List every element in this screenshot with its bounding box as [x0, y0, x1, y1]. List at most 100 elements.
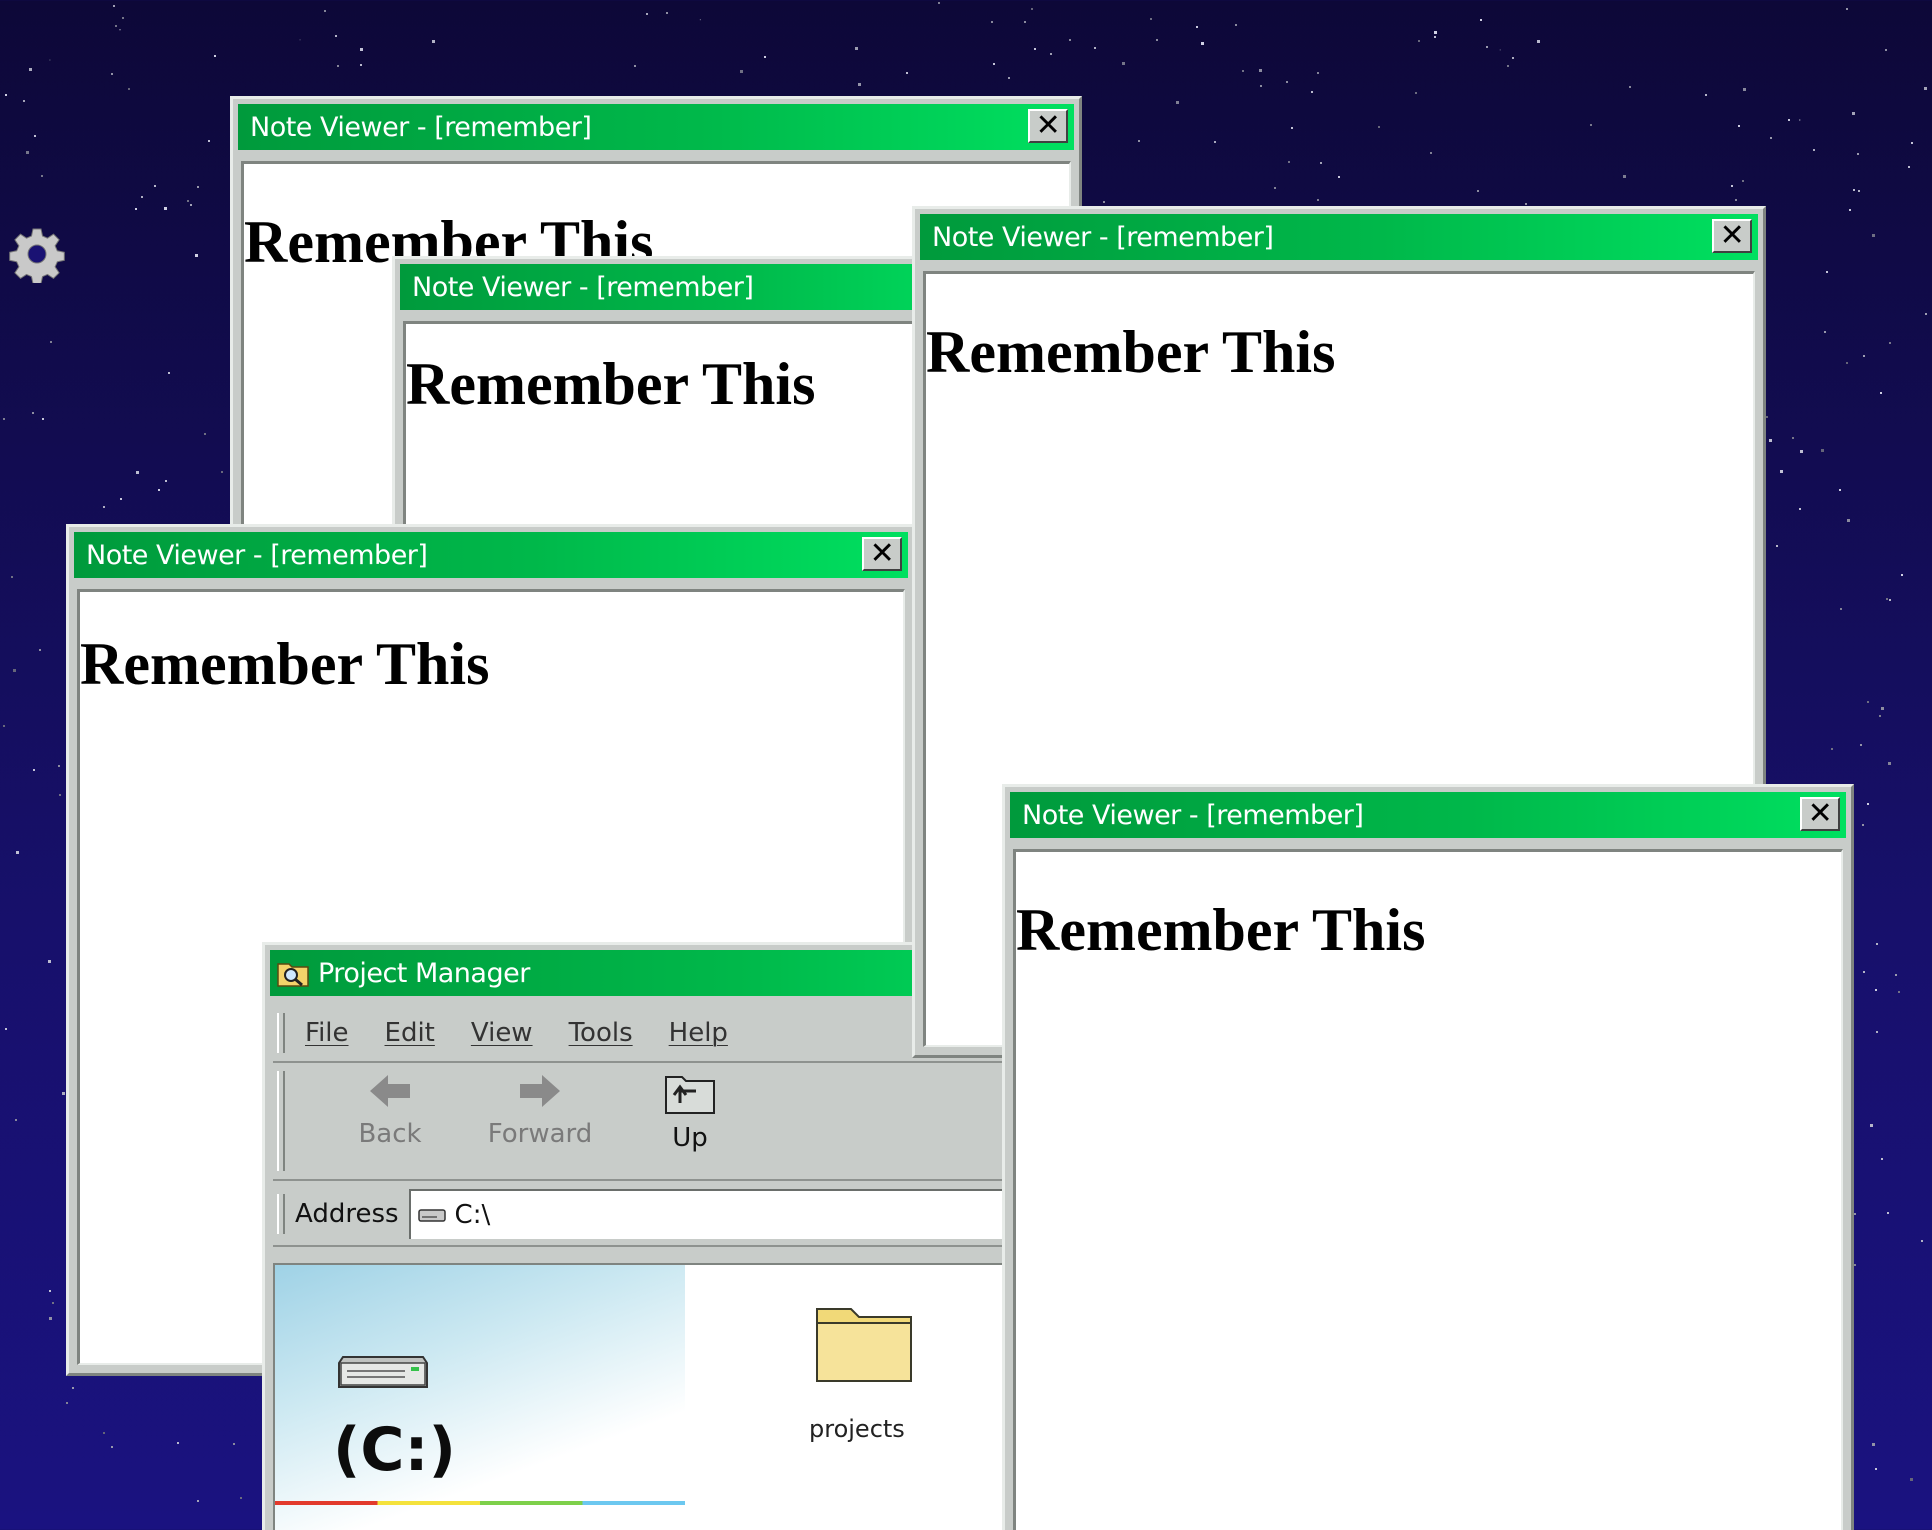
- menu-view[interactable]: View: [471, 1018, 533, 1048]
- star: [66, 1402, 68, 1404]
- menu-edit[interactable]: Edit: [385, 1018, 435, 1048]
- star: [190, 204, 192, 206]
- hard-drive-icon: [338, 1356, 428, 1388]
- star: [1629, 86, 1631, 88]
- close-button[interactable]: ✕: [1028, 109, 1068, 143]
- star: [1235, 24, 1237, 26]
- star: [16, 851, 19, 854]
- star: [1875, 1468, 1877, 1470]
- note-window-titlebar[interactable]: Note Viewer - [remember] ✕: [920, 214, 1758, 260]
- star: [1867, 803, 1869, 805]
- up-folder-icon: [665, 1076, 715, 1114]
- star: [49, 1317, 52, 1320]
- gear-icon[interactable]: [8, 225, 66, 283]
- star: [1731, 185, 1733, 187]
- note-window-5[interactable]: Note Viewer - [remember] ✕ Remember This: [1002, 784, 1854, 1530]
- star: [1320, 162, 1322, 164]
- star: [1259, 69, 1262, 72]
- star: [1924, 87, 1927, 90]
- star: [858, 83, 861, 86]
- star: [214, 55, 216, 57]
- close-button[interactable]: ✕: [862, 537, 902, 571]
- star: [1743, 88, 1746, 91]
- file-view[interactable]: (C:) projects: [273, 1263, 1119, 1530]
- star: [360, 48, 363, 51]
- star: [906, 72, 908, 74]
- star: [1537, 40, 1540, 43]
- forward-button[interactable]: Forward: [465, 1071, 615, 1149]
- menu-help[interactable]: Help: [669, 1018, 728, 1048]
- star: [50, 341, 52, 343]
- up-button[interactable]: Up: [615, 1071, 765, 1153]
- back-button[interactable]: Back: [315, 1071, 465, 1149]
- menu-file[interactable]: File: [305, 1018, 349, 1048]
- star: [13, 669, 16, 672]
- star: [1291, 127, 1293, 129]
- star: [103, 1432, 105, 1434]
- star: [115, 25, 117, 27]
- star: [197, 186, 199, 188]
- note-window-titlebar[interactable]: Note Viewer - [remember] ✕: [238, 104, 1074, 150]
- star: [1840, 608, 1842, 610]
- window-title: Note Viewer - [remember]: [412, 271, 754, 303]
- toolbar-grip[interactable]: [277, 1071, 285, 1171]
- star: [1738, 125, 1740, 127]
- star: [1863, 355, 1865, 357]
- menu-tools[interactable]: Tools: [569, 1018, 633, 1048]
- star: [855, 47, 858, 50]
- star: [39, 649, 41, 651]
- star: [1831, 748, 1833, 750]
- star: [337, 65, 339, 67]
- star: [1214, 141, 1216, 143]
- star: [32, 412, 34, 414]
- star: [1889, 599, 1891, 601]
- star: [1876, 1031, 1878, 1033]
- star: [1800, 450, 1803, 453]
- star: [177, 1442, 179, 1444]
- star: [1846, 8, 1848, 10]
- star: [1008, 77, 1010, 79]
- address-value: C:\: [454, 1200, 491, 1230]
- star: [1872, 234, 1875, 237]
- star: [1418, 40, 1420, 42]
- star: [1430, 152, 1432, 154]
- star: [1050, 53, 1052, 55]
- note-window-titlebar[interactable]: Note Viewer - [remember] ✕: [74, 532, 908, 578]
- note-window-titlebar[interactable]: Note Viewer - [remember] ✕: [1010, 792, 1846, 838]
- star: [128, 88, 130, 90]
- close-button[interactable]: ✕: [1712, 219, 1752, 253]
- star: [58, 765, 60, 767]
- star: [168, 372, 170, 374]
- star: [991, 21, 993, 23]
- star: [59, 794, 61, 796]
- toolbar-grip[interactable]: [277, 1194, 285, 1234]
- star: [1881, 1158, 1883, 1160]
- star: [1480, 19, 1482, 21]
- window-title: Note Viewer - [remember]: [86, 539, 428, 571]
- star: [1853, 189, 1855, 191]
- star: [29, 68, 32, 71]
- folder-search-icon: [277, 963, 309, 987]
- star: [1792, 437, 1794, 439]
- star: [41, 175, 43, 177]
- star: [1872, 1443, 1875, 1446]
- star: [1176, 101, 1179, 104]
- star: [1507, 65, 1509, 67]
- close-button[interactable]: ✕: [1800, 797, 1840, 831]
- note-text: Remember This: [926, 319, 1336, 385]
- star: [1889, 342, 1891, 344]
- star: [1849, 209, 1851, 211]
- star: [1870, 1124, 1873, 1127]
- toolbar-grip[interactable]: [277, 1013, 285, 1053]
- star: [1921, 1240, 1923, 1242]
- close-icon: ✕: [1719, 218, 1745, 253]
- star: [1742, 180, 1744, 182]
- note-content-area[interactable]: Remember This: [1013, 849, 1843, 1530]
- star: [1854, 1213, 1856, 1215]
- star: [1908, 166, 1910, 168]
- star: [1434, 36, 1436, 38]
- window-title: Note Viewer - [remember]: [932, 221, 1274, 253]
- star: [1821, 449, 1824, 452]
- star: [666, 12, 668, 14]
- star: [1260, 85, 1262, 87]
